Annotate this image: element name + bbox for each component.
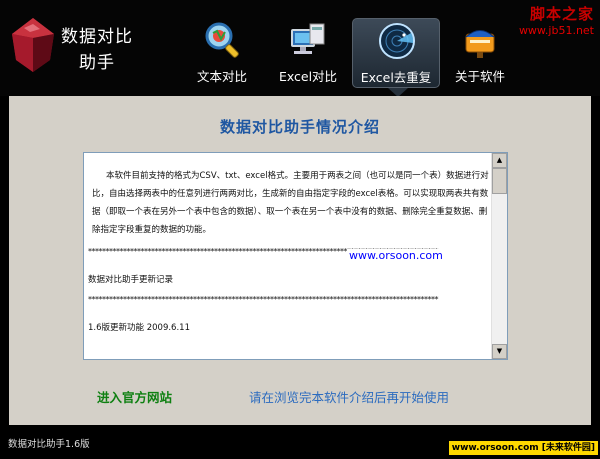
vertical-scrollbar[interactable]: ▲ ▼ [491, 153, 507, 359]
nav-label: 关于软件 [454, 69, 505, 84]
info-textbox[interactable]: 本软件目前支持的格式为CSV、txt、excel格式。主要用于两表之间（也可以是… [83, 152, 508, 360]
watermark-name: 脚本之家 [529, 5, 594, 23]
scroll-thumb[interactable] [492, 168, 507, 194]
nav-label: Excel对比 [278, 69, 338, 84]
version-line: 1.6版更新功能 2009.6.11 [88, 323, 190, 333]
site-badge: www.orsoon.com [未来软件园] [448, 441, 598, 455]
main-panel: 数据对比助手情况介绍 本软件目前支持的格式为CSV、txt、excel格式。主要… [9, 96, 591, 425]
page-title: 数据对比助手情况介绍 [219, 118, 380, 136]
status-version: 数据对比助手1.6版 [8, 439, 90, 450]
nav-label: 文本对比 [196, 69, 247, 84]
status-bar: 数据对比助手1.6版 www.orsoon.com [未来软件园] [0, 425, 600, 459]
scroll-up-icon[interactable]: ▲ [492, 153, 507, 168]
app-title-line2: 助手 [79, 53, 115, 73]
info-content: 本软件目前支持的格式为CSV、txt、excel格式。主要用于两表之间（也可以是… [84, 153, 498, 335]
computer-icon [291, 23, 325, 54]
nav-label: Excel去重复 [360, 70, 432, 85]
header: 数据对比 助手 文本对比 Excel对比 Excel去重复 关于软件 脚本之家 … [0, 0, 600, 97]
nav-excel-compare[interactable]: Excel对比 [264, 18, 352, 88]
app-title: 数据对比 助手 [58, 24, 136, 76]
separator-line: ****************************************… [88, 295, 439, 304]
content-watermark: www.orsoon.com [347, 249, 445, 262]
nav-excel-dedupe[interactable]: Excel去重复 [352, 18, 440, 88]
ruby-logo-icon [12, 18, 54, 72]
watermark-url: www.jb51.net [518, 24, 594, 37]
browse-hint: 请在浏览完本软件介绍后再开始使用 [249, 390, 450, 405]
scroll-down-icon[interactable]: ▼ [492, 344, 507, 359]
radar-icon [379, 23, 415, 59]
magnifier-icon [205, 22, 239, 58]
official-site-link[interactable]: 进入官方网站 [97, 387, 172, 406]
nav-text-compare[interactable]: 文本对比 [178, 18, 266, 88]
mailbox-icon [465, 30, 495, 58]
app-title-line1: 数据对比 [61, 27, 133, 47]
update-title: 数据对比助手更新记录 [88, 275, 174, 285]
intro-paragraph: 本软件目前支持的格式为CSV、txt、excel格式。主要用于两表之间（也可以是… [92, 171, 489, 235]
site-watermark: 脚本之家 www.jb51.net [502, 3, 594, 37]
